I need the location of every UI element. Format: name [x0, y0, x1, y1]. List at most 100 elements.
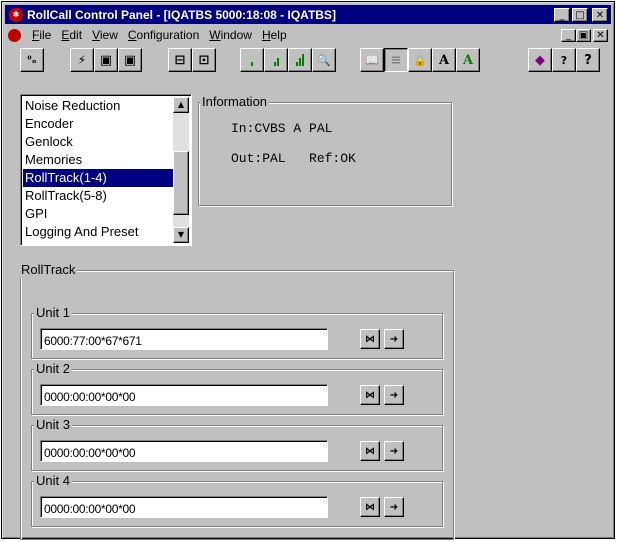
signal-mid-button[interactable]: [264, 48, 288, 72]
unit-1-jump-button[interactable]: ⋈: [360, 329, 380, 349]
unit-2-jump-button[interactable]: ⋈: [360, 385, 380, 405]
window-title: RollCall Control Panel - [IQATBS 5000:18…: [27, 7, 336, 22]
rolltrack-label: RollTrack: [19, 262, 78, 278]
signal-low-button[interactable]: [240, 48, 264, 72]
connect-icon: ⁰ₒ: [27, 54, 37, 66]
menu-bar: File Edit View Configuration Window Help…: [5, 26, 611, 44]
section-list: Noise Reduction Encoder Genlock Memories…: [23, 97, 173, 241]
search-icon: 🔍: [317, 53, 331, 67]
unit-2-label: Unit 2: [34, 361, 72, 377]
rolltrack-group: RollTrack Unit 1 ⋈ ➜ Unit 2 ⋈ ➜ Unit 3 ⋈…: [19, 262, 454, 540]
unit-2-group: Unit 2 ⋈ ➜: [31, 361, 443, 415]
unit-2-timecode-input[interactable]: [40, 384, 328, 406]
notepad-button[interactable]: ≡: [384, 48, 408, 72]
menu-file[interactable]: File: [27, 28, 56, 42]
arrow-right-icon: ➜: [389, 501, 399, 513]
section-listbox[interactable]: Noise Reduction Encoder Genlock Memories…: [20, 94, 192, 246]
scroll-up-button[interactable]: ▲: [173, 97, 189, 113]
mdi-close-button[interactable]: ✕: [593, 28, 608, 42]
scroll-thumb[interactable]: [173, 151, 189, 215]
jump-icon: ⋈: [365, 333, 375, 345]
arrow-right-icon: ➜: [389, 445, 399, 457]
unit-3-jump-button[interactable]: ⋈: [360, 441, 380, 461]
window-help-icon: ?: [560, 53, 568, 67]
question-button[interactable]: ?: [576, 48, 600, 72]
jump-icon: ⋈: [365, 445, 375, 457]
unit-2-send-button[interactable]: ➜: [384, 385, 404, 405]
unit-4-group: Unit 4 ⋈ ➜: [31, 473, 443, 527]
information-label: Information: [200, 94, 270, 110]
clipboard-button[interactable]: ⊡: [192, 48, 216, 72]
arrow-right-icon: ➜: [389, 389, 399, 401]
save-button[interactable]: ▣: [94, 48, 118, 72]
load-button[interactable]: ⊟: [168, 48, 192, 72]
list-item-logging-and-preset[interactable]: Logging And Preset: [23, 223, 173, 241]
input-status: In:CVBS A PAL: [231, 121, 333, 136]
list-scrollbar[interactable]: ▲ ▼: [173, 97, 189, 243]
menu-window[interactable]: Window: [204, 28, 257, 42]
toolbar: ⁰ₒ ⚡ ▣ ▣ ⊟ ⊡ 🔍 📖 ≡ 🔒 A A ◆ ? ?: [6, 48, 610, 76]
unit-4-jump-button[interactable]: ⋈: [360, 497, 380, 517]
close-button[interactable]: ✕: [592, 7, 608, 22]
arrow-right-icon: ➜: [389, 333, 399, 345]
app-window: ✱ RollCall Control Panel - [IQATBS 5000:…: [1, 1, 615, 540]
search-button[interactable]: 🔍: [312, 48, 336, 72]
list-item-noise-reduction[interactable]: Noise Reduction: [23, 97, 173, 115]
scroll-down-button[interactable]: ▼: [173, 227, 189, 243]
unit-4-timecode-input[interactable]: [40, 496, 328, 518]
lock-icon: 🔒: [413, 53, 427, 67]
unit-3-label: Unit 3: [34, 417, 72, 433]
document-menu-icon[interactable]: [8, 28, 21, 42]
unit-4-send-button[interactable]: ➜: [384, 497, 404, 517]
unit-1-timecode-input[interactable]: [40, 328, 328, 350]
font-a-green-icon: A: [462, 52, 474, 68]
signal-high-button[interactable]: [288, 48, 312, 72]
lightning-icon: ⚡: [77, 53, 87, 67]
font-black-button[interactable]: A: [432, 48, 456, 72]
unit-4-label: Unit 4: [34, 473, 72, 489]
menu-help[interactable]: Help: [257, 28, 292, 42]
lock-button[interactable]: 🔒: [408, 48, 432, 72]
unit-3-group: Unit 3 ⋈ ➜: [31, 417, 443, 471]
menu-edit[interactable]: Edit: [56, 28, 87, 42]
book-button[interactable]: 📖: [360, 48, 384, 72]
font-green-button[interactable]: A: [456, 48, 480, 72]
unit-3-timecode-input[interactable]: [40, 440, 328, 462]
menu-configuration-label: Configuration: [127, 28, 200, 42]
load-icon: ⊟: [174, 52, 186, 68]
minimize-button[interactable]: _: [554, 7, 570, 22]
list-item-rolltrack-1-4[interactable]: RollTrack(1-4): [23, 169, 173, 187]
list-item-gpi[interactable]: GPI: [23, 205, 173, 223]
jump-icon: ⋈: [365, 501, 375, 513]
font-a-black-icon: A: [438, 52, 450, 68]
unit-3-send-button[interactable]: ➜: [384, 441, 404, 461]
save-all-icon: ▣: [123, 52, 137, 68]
mdi-restore-button[interactable]: ▣: [576, 28, 591, 42]
information-group: Information In:CVBS A PAL Out:PAL Ref:OK: [198, 94, 452, 206]
list-item-genlock[interactable]: Genlock: [23, 133, 173, 151]
unit-1-send-button[interactable]: ➜: [384, 329, 404, 349]
list-item-encoder[interactable]: Encoder: [23, 115, 173, 133]
help-book-icon: ◆: [535, 52, 545, 68]
maximize-button[interactable]: □: [572, 7, 588, 22]
lightning-button[interactable]: ⚡: [70, 48, 94, 72]
menu-file-label: File: [32, 28, 52, 42]
mdi-minimize-button[interactable]: _: [561, 28, 576, 42]
signal-low-icon: [251, 54, 253, 66]
notepad-icon: ≡: [390, 52, 402, 68]
save-icon: ▣: [99, 52, 113, 68]
signal-high-icon: [296, 54, 304, 66]
help-book-button[interactable]: ◆: [528, 48, 552, 72]
unit-1-label: Unit 1: [34, 305, 72, 321]
menu-help-label: Help: [261, 28, 287, 42]
menu-configuration[interactable]: Configuration: [123, 28, 204, 42]
list-item-rolltrack-5-8[interactable]: RollTrack(5-8): [23, 187, 173, 205]
title-bar[interactable]: ✱ RollCall Control Panel - [IQATBS 5000:…: [5, 5, 611, 24]
menu-edit-label: Edit: [61, 28, 83, 42]
save-all-button[interactable]: ▣: [118, 48, 142, 72]
menu-view[interactable]: View: [87, 28, 123, 42]
list-item-memories[interactable]: Memories: [23, 151, 173, 169]
mdi-controls: _ ▣ ✕: [561, 28, 608, 42]
window-help-button[interactable]: ?: [552, 48, 576, 72]
connect-button[interactable]: ⁰ₒ: [20, 48, 44, 72]
